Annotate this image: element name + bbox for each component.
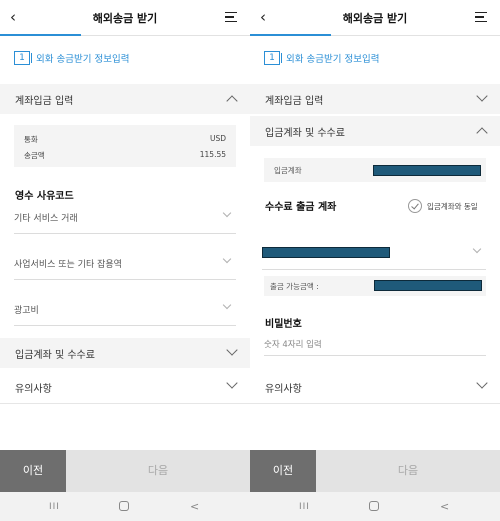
- progress-underline: [0, 34, 81, 36]
- deposit-fee-section-header[interactable]: 입금계좌 및 수수료: [0, 338, 250, 368]
- chevron-down-icon: [472, 244, 482, 254]
- chevron-down-icon: [226, 377, 238, 389]
- page-title: 해외송금 받기: [92, 12, 158, 25]
- recent-apps-icon[interactable]: III: [299, 502, 310, 512]
- account-section-header[interactable]: 계좌입금 입력: [250, 84, 500, 114]
- deposit-account-field: 입금계좌: [264, 158, 486, 182]
- reason-select-1[interactable]: 기타 서비스 거래: [14, 204, 236, 234]
- reason-select-2-value: 사업서비스 또는 기타 잡용역: [14, 260, 122, 270]
- account-section-title: 계좌입금 입력: [265, 96, 324, 107]
- check-circle-icon: [408, 199, 422, 213]
- masked-account-number: [373, 165, 481, 176]
- chevron-down-icon: [226, 344, 238, 356]
- account-section-title: 계좌입금 입력: [15, 96, 74, 107]
- next-button[interactable]: 다음: [66, 450, 250, 492]
- account-section-header[interactable]: 계좌입금 입력: [0, 84, 250, 114]
- notice-label: 유의사항: [265, 384, 302, 395]
- screen-right: ‹ 해외송금 받기 1 외화 송금받기 정보입력 계좌입금 입력 입금계좌 및 수…: [250, 0, 500, 521]
- system-navbar: III <: [0, 492, 250, 521]
- chevron-down-icon: [222, 300, 232, 310]
- password-input[interactable]: 숫자 4자리 입력: [264, 334, 486, 356]
- prev-button[interactable]: 이전: [0, 450, 66, 492]
- chevron-up-icon: [226, 95, 238, 107]
- step-bar: [31, 52, 32, 63]
- system-back-icon[interactable]: <: [440, 500, 449, 513]
- same-as-deposit-checkbox[interactable]: 입금계좌와 동일: [408, 199, 486, 213]
- deposit-account-label: 입금계좌: [274, 166, 302, 175]
- step-indicator: 1 외화 송금받기 정보입력: [14, 47, 130, 65]
- screen-left: ‹ 해외송금 받기 1 외화 송금받기 정보입력 계좌입금 입력 통화 USD 송…: [0, 0, 250, 521]
- chevron-up-icon: [476, 127, 488, 139]
- chevron-down-icon: [476, 377, 488, 389]
- chevron-down-icon: [222, 254, 232, 264]
- recent-apps-icon[interactable]: III: [49, 502, 60, 512]
- fee-account-label: 수수료 출금 계좌: [265, 202, 337, 213]
- amount-row: 송금액 115.55: [24, 150, 226, 161]
- available-amount-label: 출금 가능금액 :: [270, 282, 319, 291]
- next-button[interactable]: 다음: [316, 450, 500, 492]
- currency-row: 통화 USD: [24, 134, 226, 145]
- deposit-fee-section-header[interactable]: 입금계좌 및 수수료: [250, 116, 500, 146]
- system-navbar: III <: [250, 492, 500, 521]
- step-label: 외화 송금받기 정보입력: [36, 53, 130, 65]
- available-amount-field: 출금 가능금액 :: [264, 276, 486, 296]
- password-label: 비밀번호: [265, 319, 302, 330]
- same-as-deposit-label: 입금계좌와 동일: [427, 202, 478, 211]
- app-header: ‹ 해외송금 받기: [0, 0, 250, 36]
- chevron-down-icon: [222, 208, 232, 218]
- masked-available-amount: [374, 280, 482, 291]
- home-icon[interactable]: [119, 501, 129, 511]
- step-number: 1: [14, 50, 30, 65]
- amount-label: 송금액: [24, 151, 45, 160]
- password-placeholder: 숫자 4자리 입력: [264, 340, 322, 350]
- progress-underline: [250, 34, 331, 36]
- reason-select-2[interactable]: 사업서비스 또는 기타 잡용역: [14, 250, 236, 280]
- deposit-fee-section-title: 입금계좌 및 수수료: [265, 128, 345, 139]
- system-back-icon[interactable]: <: [190, 500, 199, 513]
- remittance-info-box: 통화 USD 송금액 115.55: [14, 125, 236, 167]
- step-bar: [281, 52, 282, 63]
- reason-code-label: 영수 사유코드: [15, 191, 74, 202]
- currency-value: USD: [209, 134, 226, 143]
- notice-row[interactable]: 유의사항: [0, 370, 250, 404]
- reason-select-3[interactable]: 광고비: [14, 296, 236, 326]
- reason-select-1-value: 기타 서비스 거래: [14, 214, 78, 224]
- footer-buttons: 이전 다음: [250, 450, 500, 492]
- menu-icon[interactable]: [225, 12, 237, 22]
- footer-buttons: 이전 다음: [0, 450, 250, 492]
- masked-fee-account-number: [262, 247, 390, 258]
- prev-button[interactable]: 이전: [250, 450, 316, 492]
- currency-label: 통화: [24, 135, 38, 144]
- amount-value: 115.55: [199, 150, 226, 159]
- notice-label: 유의사항: [15, 384, 52, 395]
- deposit-fee-section-title: 입금계좌 및 수수료: [15, 350, 95, 361]
- step-indicator: 1 외화 송금받기 정보입력: [264, 47, 380, 65]
- app-header: ‹ 해외송금 받기: [250, 0, 500, 36]
- reason-select-3-value: 광고비: [14, 306, 39, 316]
- home-icon[interactable]: [369, 501, 379, 511]
- notice-row[interactable]: 유의사항: [250, 370, 500, 404]
- fee-account-select[interactable]: [262, 240, 486, 270]
- chevron-down-icon: [476, 90, 488, 102]
- menu-icon[interactable]: [475, 12, 487, 22]
- step-number: 1: [264, 50, 280, 65]
- page-title: 해외송금 받기: [342, 12, 408, 25]
- step-label: 외화 송금받기 정보입력: [286, 53, 380, 65]
